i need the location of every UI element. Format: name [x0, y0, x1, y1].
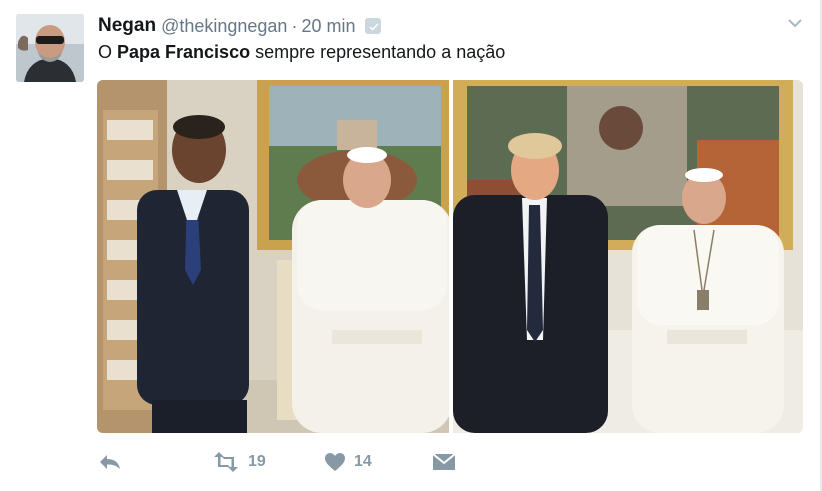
tweet-text: O Papa Francisco sempre representando a …	[98, 42, 505, 63]
retweet-icon	[214, 452, 238, 472]
tweet-actions: 19 14	[98, 448, 498, 476]
tweet-card: Negan @thekingnegan · 20 min O Papa Fran…	[0, 0, 822, 491]
like-count: 14	[354, 453, 372, 470]
timestamp[interactable]: 20 min	[301, 16, 355, 37]
heart-icon	[325, 453, 345, 471]
translate-badge-icon	[365, 18, 382, 34]
like-action[interactable]: 14	[324, 448, 372, 476]
reply-action[interactable]	[98, 448, 122, 476]
avatar-image	[16, 14, 84, 82]
retweet-action[interactable]: 19	[212, 448, 266, 476]
photo-collage	[97, 80, 803, 433]
tweet-media-photo[interactable]	[97, 80, 803, 433]
previous-tweet-cutoff	[118, 0, 458, 4]
direct-message-action[interactable]	[432, 448, 456, 476]
tweet-text-suffix: sempre representando a nação	[250, 42, 506, 62]
tweet-header: Negan @thekingnegan · 20 min	[98, 14, 382, 38]
direct-message-icon	[432, 453, 456, 470]
display-name[interactable]: Negan	[98, 15, 156, 37]
username-handle[interactable]: @thekingnegan	[161, 16, 287, 37]
chevron-down-icon[interactable]	[786, 14, 804, 32]
avatar[interactable]	[16, 14, 84, 82]
tweet-text-bold: Papa Francisco	[117, 42, 251, 62]
separator-dot: ·	[291, 15, 298, 36]
tweet-text-prefix: O	[98, 42, 118, 62]
reply-arrow-icon	[100, 455, 120, 469]
retweet-count: 19	[248, 453, 266, 470]
